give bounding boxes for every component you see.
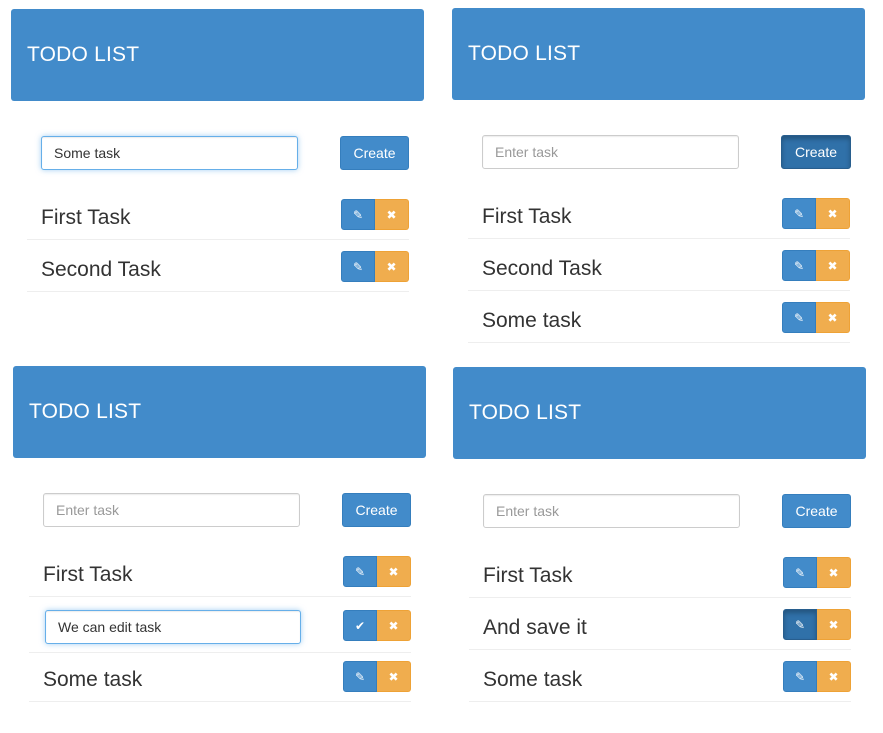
task-text: First Task xyxy=(482,205,572,228)
edit-task-input[interactable] xyxy=(45,610,301,644)
task-actions: ✎ ✖ xyxy=(341,251,409,282)
panel-header: TODO LIST xyxy=(452,8,865,100)
delete-button[interactable]: ✖ xyxy=(816,198,850,229)
task-text: Second Task xyxy=(41,258,161,281)
pencil-icon: ✎ xyxy=(793,310,805,325)
edit-button[interactable]: ✎ xyxy=(783,557,817,588)
task-actions: ✎ ✖ xyxy=(343,556,411,587)
task-row: First Task ✎ ✖ xyxy=(27,199,409,240)
times-icon: ✖ xyxy=(388,618,399,633)
task-actions: ✎ ✖ xyxy=(783,557,851,588)
task-actions: ✎ ✖ xyxy=(783,609,851,640)
times-icon: ✖ xyxy=(828,669,839,684)
delete-button[interactable]: ✖ xyxy=(817,661,851,692)
edit-button[interactable]: ✎ xyxy=(782,198,816,229)
task-actions: ✎ ✖ xyxy=(782,302,850,333)
task-row: First Task ✎ ✖ xyxy=(469,557,851,598)
task-input[interactable] xyxy=(43,493,300,527)
check-icon: ✔ xyxy=(354,618,366,633)
times-icon: ✖ xyxy=(827,258,838,273)
edit-button[interactable]: ✎ xyxy=(783,609,817,640)
task-text: Some task xyxy=(482,309,582,332)
task-row-editing: ✔ ✖ xyxy=(29,610,411,653)
task-input[interactable] xyxy=(482,135,739,169)
save-button[interactable]: ✔ xyxy=(343,610,377,641)
task-actions: ✎ ✖ xyxy=(341,199,409,230)
delete-button[interactable]: ✖ xyxy=(377,661,411,692)
pencil-icon: ✎ xyxy=(793,206,805,221)
edit-button[interactable]: ✎ xyxy=(341,199,375,230)
task-actions: ✎ ✖ xyxy=(782,250,850,281)
task-text: And save it xyxy=(483,616,587,639)
times-icon: ✖ xyxy=(388,564,399,579)
delete-button[interactable]: ✖ xyxy=(817,609,851,640)
panel-header: TODO LIST xyxy=(13,366,426,458)
pencil-icon: ✎ xyxy=(794,565,806,580)
delete-button[interactable]: ✖ xyxy=(816,250,850,281)
times-icon: ✖ xyxy=(828,617,839,632)
edit-button[interactable]: ✎ xyxy=(782,302,816,333)
task-text: Second Task xyxy=(482,257,602,280)
task-actions: ✎ ✖ xyxy=(343,661,411,692)
edit-button[interactable]: ✎ xyxy=(343,556,377,587)
task-text: First Task xyxy=(41,206,131,229)
pencil-icon: ✎ xyxy=(794,669,806,684)
panel-title: TODO LIST xyxy=(469,401,582,424)
task-row: First Task ✎ ✖ xyxy=(468,198,850,239)
times-icon: ✖ xyxy=(828,565,839,580)
times-icon: ✖ xyxy=(827,206,838,221)
delete-button[interactable]: ✖ xyxy=(817,557,851,588)
task-text: First Task xyxy=(483,564,573,587)
times-icon: ✖ xyxy=(827,310,838,325)
pencil-icon: ✎ xyxy=(352,259,364,274)
create-button[interactable]: Create xyxy=(340,136,409,170)
panel-title: TODO LIST xyxy=(27,43,140,66)
delete-button[interactable]: ✖ xyxy=(816,302,850,333)
times-icon: ✖ xyxy=(386,207,397,222)
create-button[interactable]: Create xyxy=(342,493,411,527)
task-row: And save it ✎ ✖ xyxy=(469,609,851,650)
todo-panel-2: TODO LIST Create First Task ✎ ✖ Second T… xyxy=(452,8,866,343)
delete-button[interactable]: ✖ xyxy=(375,199,409,230)
delete-button[interactable]: ✖ xyxy=(377,556,411,587)
todo-panel-3: TODO LIST Create First Task ✎ ✖ ✔ ✖ Some… xyxy=(13,366,427,702)
create-button[interactable]: Create xyxy=(781,135,851,169)
edit-button[interactable]: ✎ xyxy=(343,661,377,692)
times-icon: ✖ xyxy=(388,669,399,684)
pencil-icon: ✎ xyxy=(354,564,366,579)
task-row: Some task ✎ ✖ xyxy=(469,661,851,702)
delete-button[interactable]: ✖ xyxy=(375,251,409,282)
task-row: Some task ✎ ✖ xyxy=(29,661,411,702)
panel-header: TODO LIST xyxy=(11,9,424,101)
pencil-icon: ✎ xyxy=(794,617,806,632)
task-actions: ✎ ✖ xyxy=(783,661,851,692)
task-actions: ✎ ✖ xyxy=(782,198,850,229)
pencil-icon: ✎ xyxy=(352,207,364,222)
task-input[interactable] xyxy=(483,494,740,528)
delete-button[interactable]: ✖ xyxy=(377,610,411,641)
task-input[interactable] xyxy=(41,136,298,170)
task-row: Second Task ✎ ✖ xyxy=(468,250,850,291)
todo-panel-4: TODO LIST Create First Task ✎ ✖ And save… xyxy=(453,367,867,702)
edit-button[interactable]: ✎ xyxy=(783,661,817,692)
panel-header: TODO LIST xyxy=(453,367,866,459)
task-actions: ✔ ✖ xyxy=(343,610,411,641)
todo-panel-1: TODO LIST Create First Task ✎ ✖ Second T… xyxy=(11,9,425,299)
pencil-icon: ✎ xyxy=(354,669,366,684)
panel-title: TODO LIST xyxy=(29,400,142,423)
create-button[interactable]: Create xyxy=(782,494,851,528)
edit-button[interactable]: ✎ xyxy=(782,250,816,281)
edit-button[interactable]: ✎ xyxy=(341,251,375,282)
task-row: Some task ✎ ✖ xyxy=(468,302,850,343)
pencil-icon: ✎ xyxy=(793,258,805,273)
times-icon: ✖ xyxy=(386,259,397,274)
task-text: Some task xyxy=(43,668,143,691)
task-row: First Task ✎ ✖ xyxy=(29,556,411,597)
task-text: Some task xyxy=(483,668,583,691)
task-text: First Task xyxy=(43,563,133,586)
panel-title: TODO LIST xyxy=(468,42,581,65)
task-row: Second Task ✎ ✖ xyxy=(27,251,409,292)
